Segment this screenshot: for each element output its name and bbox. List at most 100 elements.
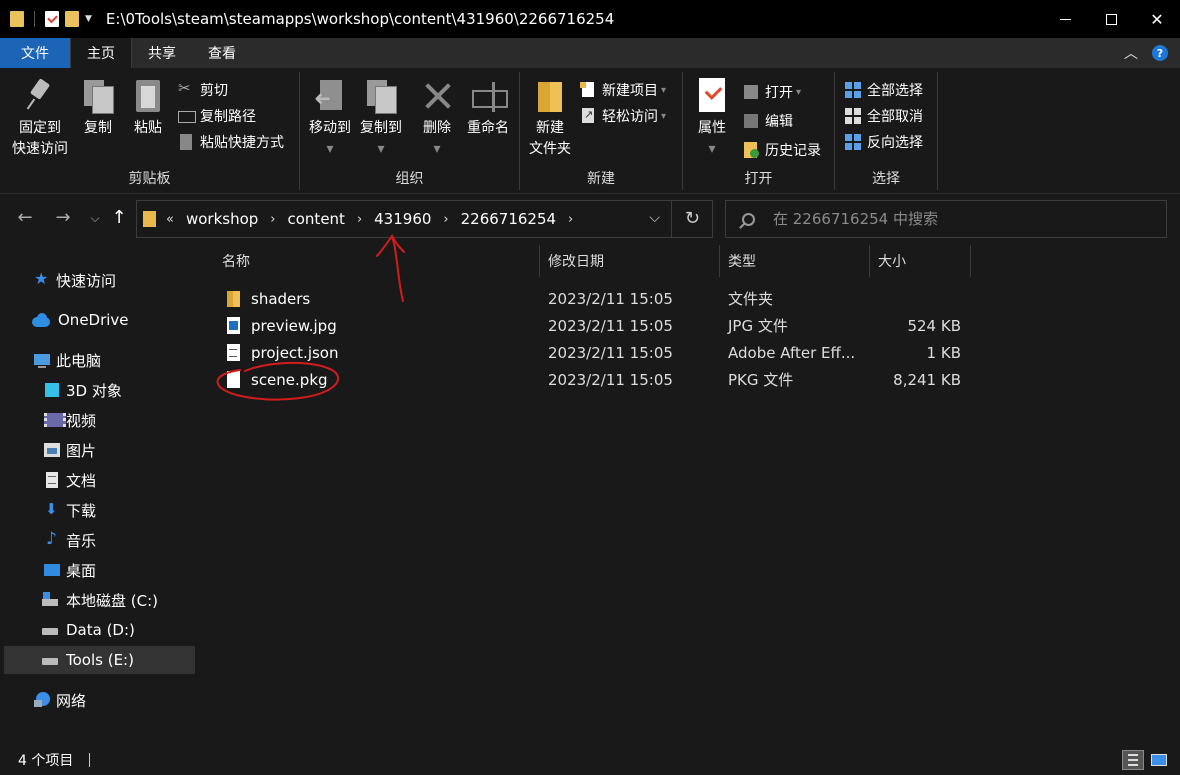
paste-shortcut-button[interactable]: 粘贴快捷方式 [178, 130, 284, 154]
table-row[interactable]: scene.pkg 2023/2/11 15:05 PKG 文件 8,241 K… [218, 366, 978, 393]
search-box[interactable] [725, 200, 1167, 238]
copy-path-button[interactable]: 复制路径 [178, 104, 256, 128]
table-row[interactable]: project.json 2023/2/11 15:05 Adobe After… [218, 339, 978, 366]
sidebar-item-this-pc[interactable]: 此电脑 [34, 346, 101, 374]
table-row[interactable]: preview.jpg 2023/2/11 15:05 JPG 文件 524 K… [218, 312, 978, 339]
properties-icon[interactable] [45, 11, 59, 27]
address-history-dropdown-icon[interactable]: ⌵ [649, 210, 660, 226]
breadcrumb-separator-icon[interactable]: › [270, 212, 275, 227]
delete-button[interactable]: 删除 ▾ [416, 78, 458, 160]
refresh-icon[interactable]: ↻ [685, 208, 700, 229]
select-none-button[interactable]: 全部取消 [845, 104, 923, 128]
address-overflow[interactable]: « [166, 212, 174, 227]
sidebar-item-3d-objects[interactable]: 3D 对象 [44, 376, 122, 404]
sidebar-item-pictures[interactable]: 图片 [44, 436, 96, 464]
file-date: 2023/2/11 15:05 [548, 370, 673, 389]
minimize-button[interactable] [1042, 0, 1088, 38]
copy-icon [82, 78, 114, 114]
sidebar-item-documents[interactable]: 文档 [44, 466, 96, 494]
up-button[interactable]: ↑ [108, 207, 130, 228]
table-row[interactable]: shaders 2023/2/11 15:05 文件夹 [218, 285, 978, 312]
sidebar-item-drive-c[interactable]: 本地磁盘 (C:) [42, 586, 158, 614]
move-to-label: 移动到 [309, 120, 351, 136]
ribbon-tabs: 文件 主页 共享 查看 ︿ ? [0, 38, 1180, 68]
file-size: 8,241 KB [893, 370, 961, 389]
invert-selection-label: 反向选择 [867, 135, 923, 151]
new-folder-icon [534, 78, 566, 114]
column-header-date[interactable]: 修改日期 [540, 245, 720, 277]
new-item-dropdown-icon: ▾ [661, 84, 667, 96]
breadcrumb-separator-icon[interactable]: › [443, 212, 448, 227]
tab-view[interactable]: 查看 [192, 38, 252, 68]
invert-selection-button[interactable]: 反向选择 [845, 130, 923, 154]
maximize-button[interactable] [1088, 0, 1134, 38]
forward-button[interactable]: → [52, 207, 74, 228]
column-header-type[interactable]: 类型 [720, 245, 870, 277]
file-list: 名称 修改日期 类型 大小 shaders 2023/2/11 15:05 文件… [200, 245, 1180, 745]
address-bar[interactable]: « workshop › content › 431960 › 22667162… [136, 200, 713, 238]
properties-button[interactable]: 属性 ▾ [689, 78, 735, 160]
tab-home[interactable]: 主页 [70, 38, 132, 68]
delete-dropdown-icon: ▾ [433, 141, 441, 157]
breadcrumb-431960[interactable]: 431960 [374, 210, 431, 228]
cut-button[interactable]: 剪切 [178, 78, 228, 102]
breadcrumb-workshop[interactable]: workshop [186, 210, 258, 228]
tab-share[interactable]: 共享 [132, 38, 192, 68]
sidebar-item-drive-d[interactable]: Data (D:) [42, 616, 135, 644]
sidebar-item-downloads[interactable]: 下载 [44, 496, 96, 524]
move-to-dropdown-icon: ▾ [326, 141, 334, 157]
sidebar-item-videos[interactable]: 视频 [44, 406, 96, 434]
select-all-button[interactable]: 全部选择 [845, 78, 923, 102]
sidebar-item-music[interactable]: 音乐 [44, 526, 96, 554]
back-button[interactable]: ← [14, 207, 36, 228]
rename-button[interactable]: 重命名 [460, 78, 516, 139]
copy-path-label: 复制路径 [200, 109, 256, 125]
file-name: project.json [251, 343, 339, 362]
search-input[interactable] [773, 210, 1153, 228]
minimize-icon [1059, 18, 1071, 20]
breadcrumb-content[interactable]: content [288, 210, 345, 228]
star-icon [34, 269, 50, 288]
new-folder-icon[interactable] [65, 11, 79, 27]
recent-locations-button[interactable]: ⌵ [84, 211, 106, 226]
delete-label: 删除 [423, 120, 451, 136]
paste-button[interactable]: 粘贴 [126, 78, 170, 139]
breadcrumb-separator-icon[interactable]: › [357, 212, 362, 227]
copy-to-button[interactable]: 复制到 ▾ [356, 78, 406, 160]
properties-label: 属性 [698, 120, 726, 136]
jpg-file-icon [226, 316, 242, 335]
sidebar-item-drive-e[interactable]: Tools (E:) [4, 646, 195, 674]
help-icon[interactable]: ? [1152, 45, 1168, 61]
history-button[interactable]: 历史记录 [743, 138, 821, 162]
large-icons-view-button[interactable] [1148, 750, 1170, 770]
sidebar-item-label: Data (D:) [66, 621, 135, 639]
file-name: scene.pkg [251, 370, 328, 389]
folder-icon [10, 11, 24, 27]
sidebar-item-network[interactable]: 网络 [34, 686, 86, 714]
details-view-button[interactable] [1122, 750, 1144, 770]
file-type: Adobe After Eff... [728, 343, 856, 362]
pin-to-quick-access-button[interactable]: 固定到 快速访问 [6, 78, 74, 160]
easy-access-button[interactable]: 轻松访问 ▾ [580, 104, 666, 128]
new-folder-button[interactable]: 新建 文件夹 [524, 78, 576, 160]
column-header-name[interactable]: 名称 [214, 245, 540, 277]
desktop-icon [44, 562, 60, 578]
collapse-ribbon-icon[interactable]: ︿ [1124, 43, 1138, 63]
edit-button[interactable]: 编辑 [743, 109, 793, 133]
file-name: shaders [251, 289, 311, 308]
move-to-button[interactable]: 移动到 ▾ [305, 78, 355, 160]
close-button[interactable]: ✕ [1134, 0, 1180, 38]
properties-dropdown-icon: ▾ [708, 141, 716, 157]
open-button[interactable]: 打开 ▾ [743, 80, 801, 104]
customize-toolbar-icon[interactable]: ▼ [85, 14, 92, 24]
file-size [878, 285, 961, 312]
new-item-button[interactable]: 新建项目 ▾ [580, 78, 666, 102]
copy-button[interactable]: 复制 [76, 78, 120, 139]
tab-file[interactable]: 文件 [0, 38, 70, 68]
sidebar-item-desktop[interactable]: 桌面 [44, 556, 96, 584]
sidebar-item-quick-access[interactable]: 快速访问 [34, 266, 116, 294]
column-header-size[interactable]: 大小 [870, 245, 971, 277]
breadcrumb-2266716254[interactable]: 2266716254 [461, 210, 556, 228]
breadcrumb-separator-icon[interactable]: › [568, 212, 573, 227]
sidebar-item-onedrive[interactable]: OneDrive [32, 306, 129, 334]
